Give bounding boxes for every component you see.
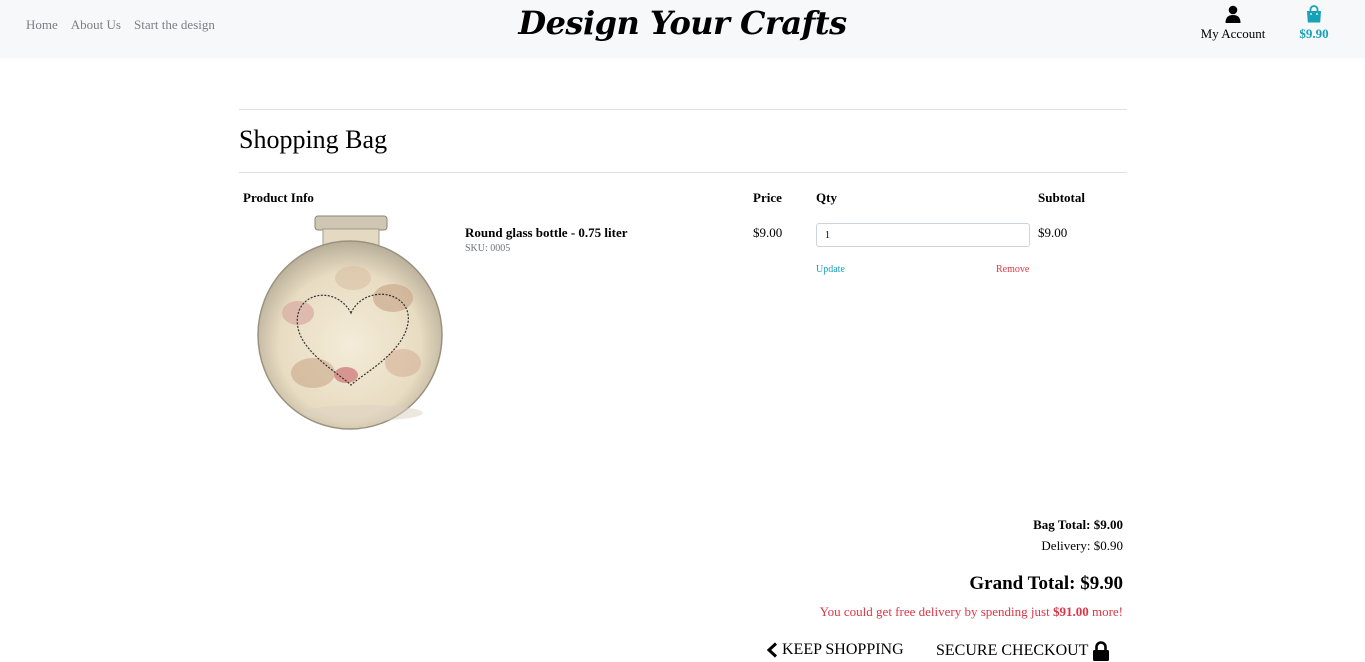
col-header-price: Price: [753, 190, 782, 205]
product-price: $9.00: [753, 225, 783, 240]
keep-shopping-label: KEEP SHOPPING: [782, 641, 904, 658]
remove-link[interactable]: Remove: [996, 264, 1029, 275]
bag-total: Bag Total: $9.00: [1033, 517, 1123, 532]
col-header-qty: Qty: [816, 190, 837, 205]
col-header-subtotal: Subtotal: [1038, 190, 1085, 205]
quantity-input[interactable]: [816, 223, 1030, 247]
bag-container: Shopping Bag: [239, 109, 1127, 173]
product-image: [257, 215, 443, 430]
top-divider: [239, 109, 1127, 110]
update-link[interactable]: Update: [816, 264, 845, 275]
my-account-link[interactable]: My Account: [1190, 5, 1276, 42]
page-title: Shopping Bag: [239, 125, 388, 154]
product-sku: SKU: 0005: [465, 243, 511, 254]
my-account-label: My Account: [1200, 26, 1266, 41]
top-navbar: Home About Us Start the design Design Yo…: [0, 0, 1365, 58]
grand-total: Grand Total: $9.90: [969, 573, 1123, 594]
shopping-bag-icon: [1307, 5, 1321, 23]
bag-link[interactable]: $9.90: [1290, 5, 1338, 42]
chevron-left-icon: [766, 642, 778, 658]
user-icon: [1225, 5, 1241, 23]
product-name[interactable]: Round glass bottle - 0.75 liter: [465, 225, 628, 241]
free-delivery-prefix: You could get free delivery by spending …: [819, 604, 1053, 619]
secure-checkout-label: SECURE CHECKOUT: [936, 642, 1089, 659]
title-divider: [239, 172, 1127, 173]
secure-checkout-button[interactable]: SECURE CHECKOUT: [936, 641, 1110, 661]
keep-shopping-button[interactable]: KEEP SHOPPING: [766, 641, 904, 659]
lock-icon: [1093, 641, 1110, 661]
col-header-product: Product Info: [243, 190, 314, 205]
product-subtotal: $9.00: [1038, 225, 1068, 240]
brand-logo[interactable]: Design Your Crafts: [0, 4, 1365, 42]
free-delivery-notice: You could get free delivery by spending …: [820, 604, 1123, 620]
free-delivery-suffix: more!: [1088, 604, 1123, 619]
free-delivery-amount: $91.00: [1052, 604, 1089, 619]
bag-total-amount: $9.90: [1299, 26, 1329, 41]
delivery-cost: Delivery: $0.90: [1041, 538, 1123, 553]
